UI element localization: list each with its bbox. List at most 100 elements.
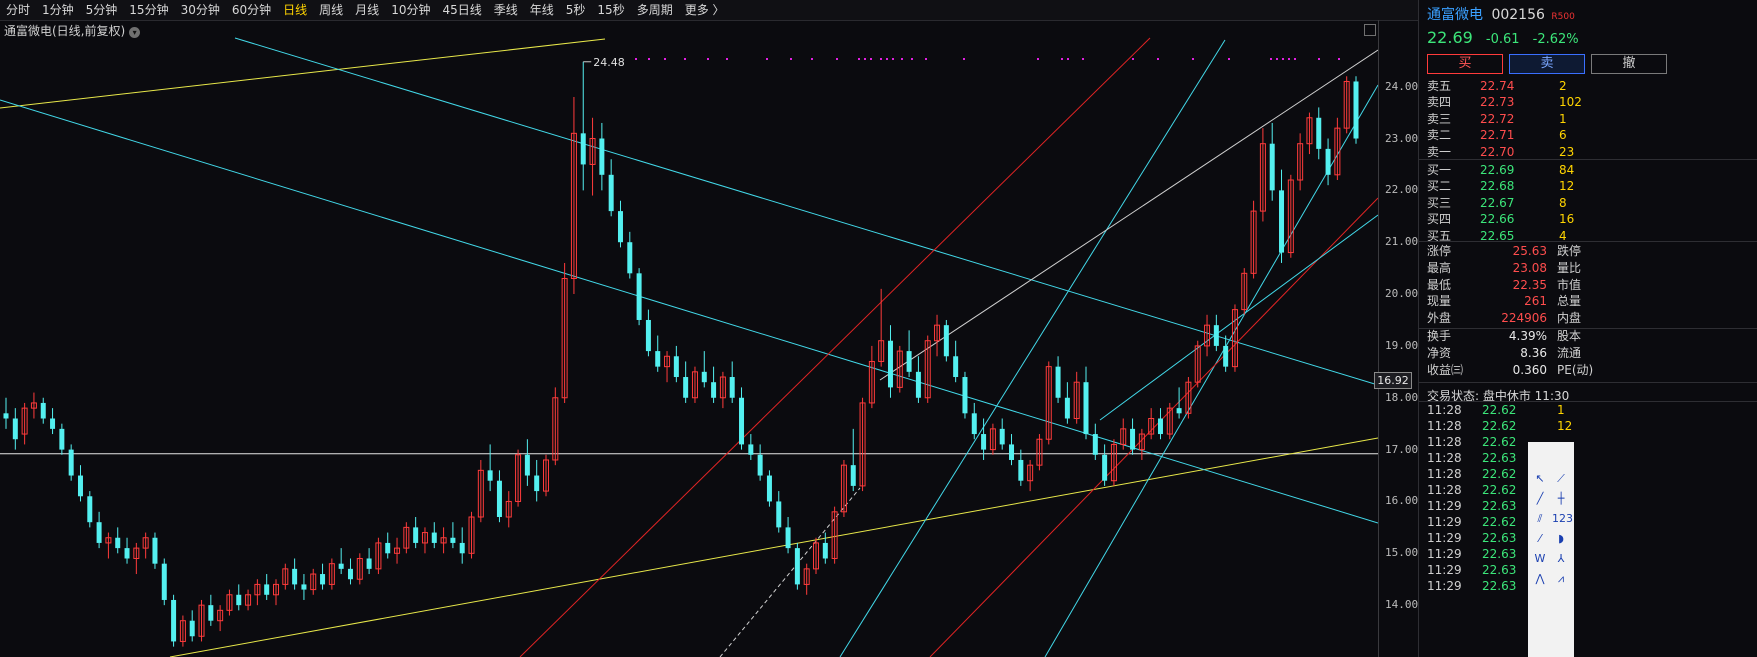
candle-body: [59, 428, 65, 450]
zigzag-icon[interactable]: ⋀: [1531, 572, 1549, 586]
stock-name[interactable]: 通富微电: [1427, 7, 1483, 23]
candle-body: [450, 537, 456, 543]
candle-body: [3, 413, 9, 419]
period-tab[interactable]: 60分钟: [226, 0, 277, 20]
period-tab[interactable]: 多周期: [631, 0, 679, 20]
period-tab[interactable]: 1分钟: [36, 0, 80, 20]
text-icon[interactable]: 123: [1552, 512, 1573, 526]
candle-body: [1279, 190, 1285, 253]
candle-body: [1064, 397, 1070, 419]
orderbook-label: 卖四: [1427, 95, 1452, 110]
period-tab[interactable]: 年线: [524, 0, 560, 20]
stat-label: 净资: [1427, 345, 1452, 360]
orderbook-volume: 12: [1559, 179, 1575, 194]
candle-body: [850, 465, 856, 486]
period-tab[interactable]: 分时: [0, 0, 36, 20]
orderbook-label: 买四: [1427, 212, 1452, 227]
tick-time: 11:28: [1427, 435, 1462, 449]
candle-body: [50, 418, 56, 429]
period-tab[interactable]: 10分钟: [385, 0, 436, 20]
period-tab[interactable]: 更多 〉: [679, 0, 731, 20]
signal-marker: [925, 58, 927, 60]
orderbook-price: 22.66: [1480, 212, 1515, 227]
tick-time: 11:29: [1427, 499, 1462, 513]
candle-body: [366, 558, 372, 569]
candle-body: [115, 537, 121, 549]
period-tab[interactable]: 5秒: [560, 0, 592, 20]
line-segment-icon[interactable]: ⟋: [1552, 472, 1570, 486]
chart-scroll-button[interactable]: [1364, 24, 1376, 36]
divider: [1419, 382, 1757, 383]
tick-price: 22.63: [1482, 547, 1517, 561]
candle-body: [1325, 148, 1331, 175]
candle-body: [757, 454, 763, 476]
signal-marker: [870, 58, 872, 60]
fib-icon[interactable]: ⅄: [1552, 552, 1570, 566]
orderbook-volume: 84: [1559, 163, 1575, 177]
orderbook-label: 卖一: [1427, 144, 1452, 159]
cursor-icon[interactable]: ↖: [1531, 472, 1549, 486]
tick-price: 22.62: [1482, 435, 1517, 449]
candle-body: [189, 620, 195, 637]
signal-marker: [858, 58, 860, 60]
ray-icon[interactable]: ╱: [1531, 492, 1549, 506]
kline-chart[interactable]: 24.48: [0, 20, 1378, 657]
orderbook-label: 卖五: [1427, 79, 1452, 93]
period-tab[interactable]: 季线: [488, 0, 524, 20]
parallel-icon[interactable]: ⫽: [1531, 512, 1549, 526]
signal-marker: [1228, 58, 1230, 60]
candle-body: [413, 527, 419, 543]
divider: [1419, 241, 1757, 242]
candle-body: [524, 454, 530, 476]
candle-body: [748, 444, 754, 455]
candle-body: [729, 377, 735, 398]
channel-icon[interactable]: ⁄: [1531, 532, 1549, 546]
sell-button[interactable]: 卖: [1509, 54, 1585, 74]
orderbook-price: 22.74: [1480, 79, 1515, 93]
signal-marker: [1132, 58, 1134, 60]
orderbook-label: 卖二: [1427, 128, 1452, 143]
signal-marker: [963, 58, 965, 60]
cancel-order-button[interactable]: 撤: [1591, 54, 1667, 74]
high-price-label: 24.48: [593, 56, 625, 69]
trend-line: [839, 39, 1226, 657]
period-tab[interactable]: 45日线: [436, 0, 487, 20]
candle-body: [301, 584, 307, 590]
period-tab[interactable]: 周线: [313, 0, 349, 20]
tick-volume: 1: [1557, 403, 1565, 417]
price-tick: 22.00: [1385, 183, 1419, 197]
period-tab[interactable]: 15秒: [591, 0, 630, 20]
candle-body: [943, 325, 949, 357]
candle-body: [264, 584, 270, 595]
stat-label-secondary: 市值: [1557, 277, 1582, 292]
pattern-icon[interactable]: ⩘: [1552, 572, 1570, 586]
price-tick: 16.00: [1385, 494, 1419, 508]
arc-icon[interactable]: ◗: [1552, 532, 1570, 546]
price-tick: 21.00: [1385, 235, 1419, 249]
period-tab[interactable]: 5分钟: [80, 0, 124, 20]
tick-price: 22.62: [1482, 515, 1517, 529]
tick-price: 22.63: [1482, 531, 1517, 545]
buy-button[interactable]: 买: [1427, 54, 1503, 74]
tick-time: 11:29: [1427, 547, 1462, 561]
candle-body: [152, 537, 158, 564]
hline-icon[interactable]: ┼: [1552, 492, 1570, 506]
orderbook-volume: 1: [1559, 111, 1567, 126]
stat-label-secondary: 总量: [1557, 294, 1582, 309]
candle-body: [1102, 454, 1108, 481]
title-dropdown-icon[interactable]: ▾: [129, 27, 141, 38]
candle-body: [320, 574, 326, 585]
signal-marker: [790, 58, 792, 60]
period-tab[interactable]: 日线: [277, 0, 313, 20]
candle-body: [171, 599, 177, 642]
period-tab[interactable]: 30分钟: [175, 0, 226, 20]
stat-value: 23.08: [1512, 260, 1547, 275]
trend-line: [0, 99, 1378, 524]
candle-body: [236, 594, 242, 606]
tick-price: 22.62: [1482, 403, 1517, 417]
wave-icon[interactable]: W: [1531, 552, 1549, 566]
period-tab[interactable]: 月线: [349, 0, 385, 20]
candle-body: [906, 351, 912, 372]
period-tab[interactable]: 15分钟: [123, 0, 174, 20]
tick-price: 22.63: [1482, 579, 1517, 593]
